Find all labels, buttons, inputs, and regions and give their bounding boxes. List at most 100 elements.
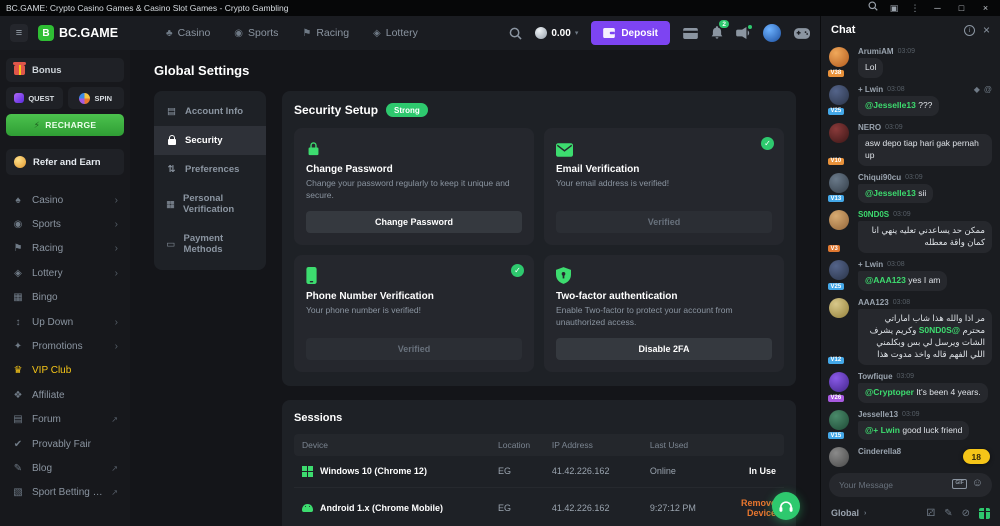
username[interactable]: ArumiAM [858,47,894,56]
username[interactable]: Cinderella8 [858,447,901,456]
sidebar-item-vip-club[interactable]: ♛VIP Club [6,359,124,383]
verified-button[interactable]: Verified [306,338,522,360]
message-meta: S0ND0S03:09 [858,210,992,219]
sidebar-item-racing[interactable]: ⚑Racing› [6,237,124,261]
megaphone-icon[interactable] [736,27,750,39]
deposit-button[interactable]: Deposit [591,21,670,45]
bell-icon[interactable]: 2 [711,26,723,40]
settings-nav-payment-methods[interactable]: ▭Payment Methods [154,224,266,264]
search-icon[interactable] [866,0,880,16]
gift-icon[interactable] [979,508,990,519]
logo-icon: B [38,25,54,41]
settings-nav-security[interactable]: Security [154,126,266,155]
avatar: V15 [829,410,852,441]
disable-2fa-button[interactable]: Disable 2FA [556,338,772,360]
close-button[interactable]: × [977,0,994,16]
vip-badge: V25 [828,283,844,290]
username[interactable]: Jesselle13 [858,410,898,419]
settings-nav-preferences[interactable]: ⇅Preferences [154,155,266,184]
gamepad-icon[interactable] [794,28,810,39]
change-password-button[interactable]: Change Password [306,211,522,233]
bolt-icon: ⚡ [34,120,41,131]
mention-icon[interactable]: @ [984,85,992,94]
sidebar-item-provably-fair[interactable]: ✔Provably Fair [6,432,124,456]
mention-link[interactable]: @Jesselle13 [865,100,916,110]
tip-icon[interactable]: ◆ [974,85,980,94]
username[interactable]: NERO [858,123,881,132]
verified-button[interactable]: Verified [556,211,772,233]
maximize-button[interactable]: □ [953,0,970,16]
chat-room-selector[interactable]: Global › [831,508,866,518]
quest-button[interactable]: QUEST [6,87,63,109]
sidebar-item-forum[interactable]: ▤Forum↗ [6,408,124,432]
sidebar-item-sports[interactable]: ◉Sports› [6,212,124,236]
username[interactable]: AAA123 [858,298,889,307]
mute-icon[interactable]: ⊘ [962,508,970,519]
username[interactable]: Towfique [858,372,893,381]
settings-nav-account-info[interactable]: ▤Account Info [154,97,266,126]
message-bubble: @Jesselle13 sii [858,184,933,204]
refer-and-earn-button[interactable]: Refer and Earn [6,149,124,175]
mention-link[interactable]: @S0ND0S [919,325,960,335]
recharge-button[interactable]: ⚡ RECHARGE [6,114,124,136]
avatar-image[interactable] [829,85,849,105]
nav-item-racing[interactable]: ⚑Racing [302,27,349,39]
spin-button[interactable]: SPIN [68,87,125,109]
mention-link[interactable]: @Jesselle13 [865,188,916,198]
sidebar-item-lottery[interactable]: ◈Lottery› [6,261,124,285]
gif-icon[interactable]: GIF [952,479,966,489]
avatar-image[interactable] [829,123,849,143]
lock-icon [168,139,176,145]
sidebar-item-promotions[interactable]: ✦Promotions› [6,334,124,358]
avatar-image[interactable] [829,298,849,318]
info-icon[interactable]: i [964,25,975,36]
username[interactable]: + Lwin [858,260,883,269]
kebab-menu-icon[interactable]: ⋮ [908,0,922,16]
avatar[interactable] [763,24,781,42]
avatar-image[interactable] [829,47,849,67]
wallet-icon[interactable] [683,28,698,39]
extensions-icon[interactable]: ▣ [887,0,901,16]
avatar-image[interactable] [829,210,849,230]
chevron-right-icon: › [115,243,118,254]
balance-selector[interactable]: 0.00 ▾ [535,27,578,39]
close-chat-icon[interactable]: × [983,24,990,36]
sidebar-item-label: Casino [32,195,107,206]
avatar-image[interactable] [829,372,849,392]
avatar-image[interactable] [829,173,849,193]
dice-icon[interactable]: ⚂ [927,508,936,519]
avatar-image[interactable] [829,447,849,467]
chat-message: V15Jesselle1303:09@+ Lwin good luck frie… [829,410,992,441]
message-body: Towfique03:09@Cryptoper It's been 4 year… [858,372,992,403]
search-icon[interactable] [509,27,522,40]
avatar-image[interactable] [829,260,849,280]
support-button[interactable] [772,492,800,520]
settings-nav-personal-verification[interactable]: ▦Personal Verification [154,184,266,224]
username[interactable]: S0ND0S [858,210,889,219]
mention-link[interactable]: @AAA123 [865,275,906,285]
emoji-icon[interactable]: ☺ [972,478,983,489]
pen-icon[interactable]: ✎ [944,508,952,519]
lock-icon [306,139,522,157]
mention-link[interactable]: @Cryptoper [865,387,914,397]
hamburger-menu-icon[interactable]: ≡ [10,24,28,42]
username[interactable]: + Lwin [858,85,883,94]
avatar-image[interactable] [829,410,849,430]
username[interactable]: Chiqui90cu [858,173,901,182]
logo[interactable]: B BC.GAME [38,25,118,41]
sidebar-item-affiliate[interactable]: ❖Affiliate [6,383,124,407]
unread-count-badge[interactable]: 18 [963,449,990,464]
sidebar-item-casino[interactable]: ♠Casino› [6,188,124,212]
nav-item-lottery[interactable]: ◈Lottery [373,27,418,39]
sidebar-item-bonus[interactable]: Bonus [6,58,124,82]
page-title: Global Settings [154,63,796,78]
mention-link[interactable]: @+ Lwin [865,425,900,435]
minimize-button[interactable]: ─ [929,0,946,16]
nav-item-casino[interactable]: ♣Casino [166,27,210,39]
sidebar-item-up-down[interactable]: ↕Up Down› [6,310,124,334]
sidebar-item-blog[interactable]: ✎Blog↗ [6,456,124,480]
sidebar-item-bingo[interactable]: ▦Bingo [6,286,124,310]
sidebar-item-sport-betting-insig[interactable]: ▧Sport Betting Insig...↗ [6,481,124,505]
nav-item-sports[interactable]: ◉Sports [234,27,278,39]
avatar: V13 [829,173,852,204]
